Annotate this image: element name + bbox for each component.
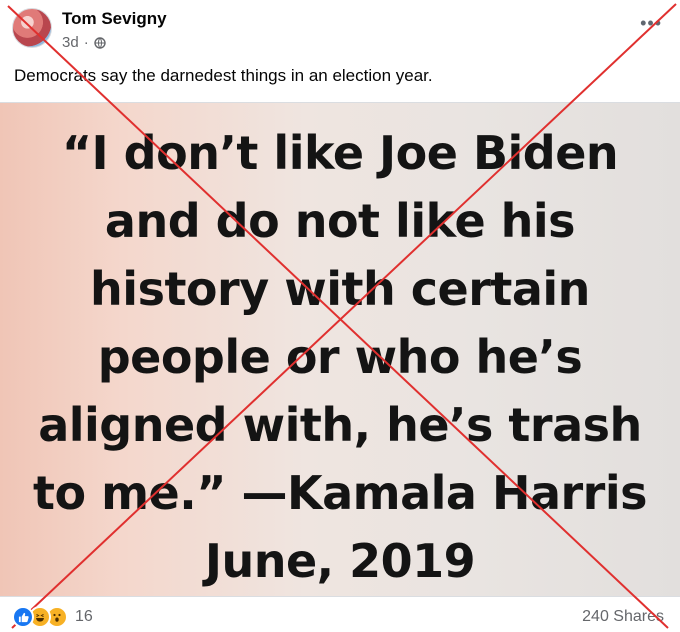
meme-image[interactable]: “I don’t like Joe Biden and do not like … [0, 102, 680, 597]
meme-line: “I don’t like Joe Biden [61, 126, 619, 180]
post-time[interactable]: 3d [62, 34, 79, 51]
meme-line: June, 2019 [204, 534, 476, 588]
globe-icon [93, 36, 106, 49]
shares-count[interactable]: 240 Shares [582, 608, 664, 626]
like-icon [12, 606, 34, 628]
meme-line: and do not like his [104, 194, 576, 248]
meta-separator: · [83, 34, 89, 51]
reactions-summary[interactable]: 16 [12, 606, 93, 628]
reaction-count[interactable]: 16 [75, 608, 93, 626]
post-header: Tom Sevigny 3d · ••• [0, 0, 680, 60]
ellipsis-icon[interactable]: ••• [640, 14, 662, 32]
meme-quote: “I don’t like Joe Biden and do not like … [0, 119, 680, 595]
avatar[interactable] [12, 8, 52, 48]
meme-line: to me.” —Kamala Harris [33, 466, 648, 520]
meme-line: people or who he’s [97, 330, 583, 384]
post-text: Democrats say the darnedest things in an… [14, 66, 433, 85]
author-name[interactable]: Tom Sevigny [62, 9, 167, 29]
meme-line: aligned with, he’s trash [38, 398, 642, 452]
post-meta: 3d · [62, 34, 106, 51]
meme-line: history with certain [90, 262, 590, 316]
